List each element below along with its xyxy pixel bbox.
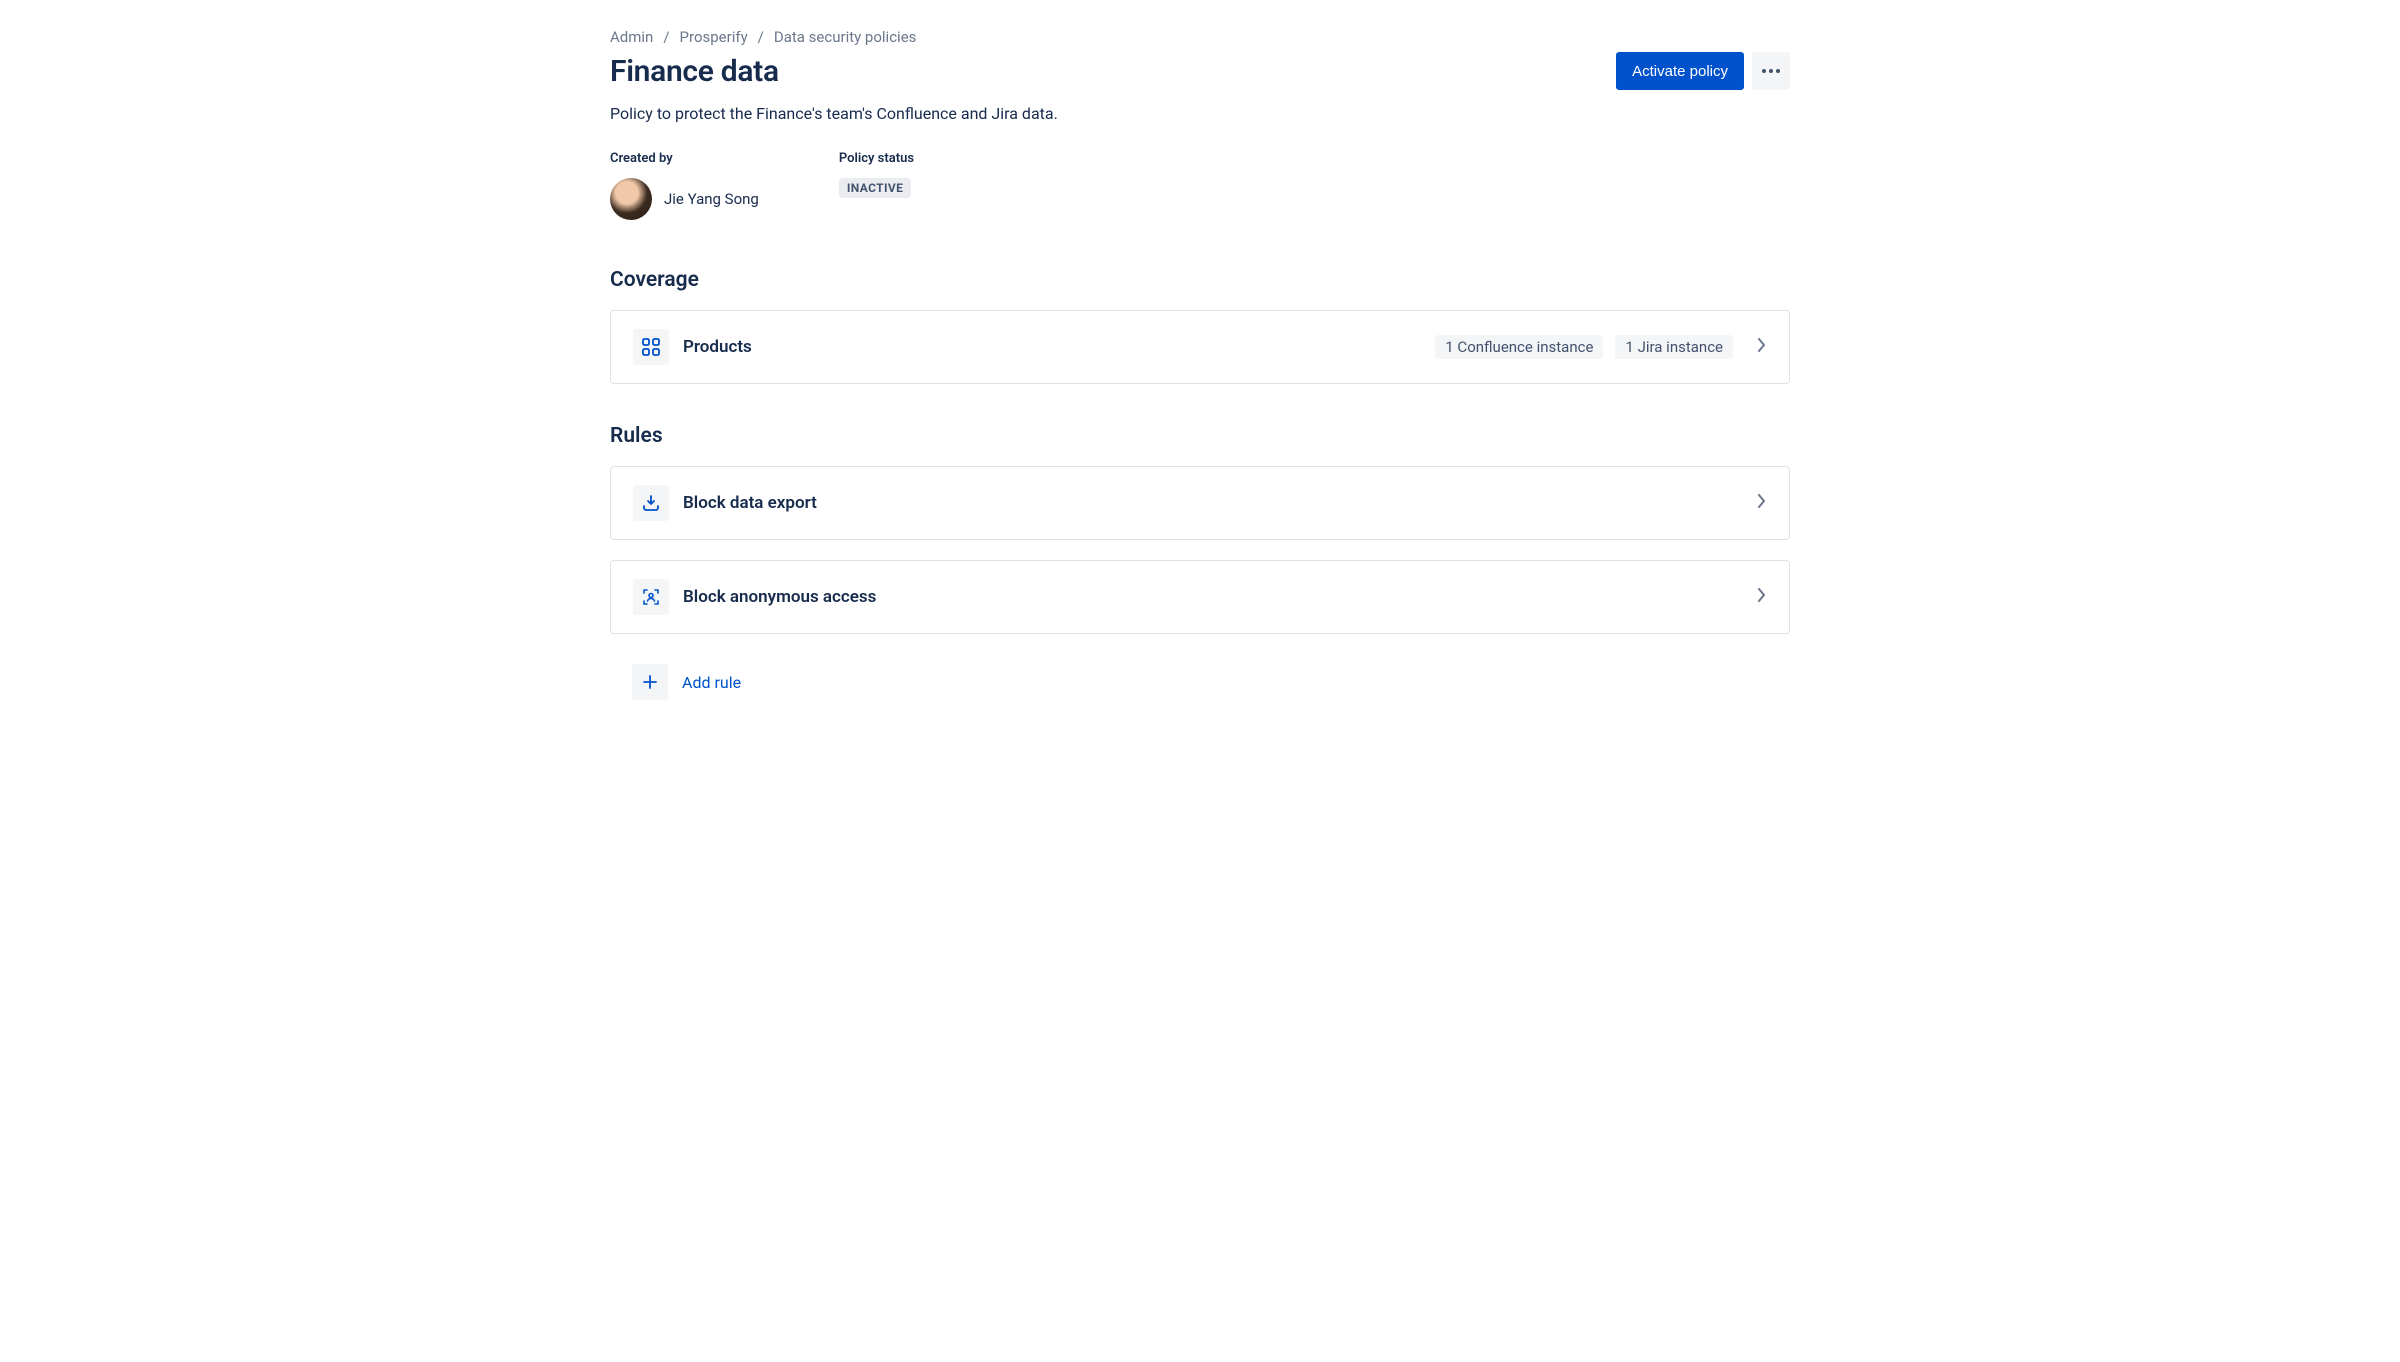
breadcrumb-data-security-policies[interactable]: Data security policies <box>774 28 917 46</box>
more-actions-button[interactable] <box>1752 52 1790 90</box>
breadcrumb-admin[interactable]: Admin <box>610 28 653 46</box>
add-rule-label: Add rule <box>682 673 741 692</box>
coverage-badge-confluence: 1 Confluence instance <box>1435 335 1603 359</box>
breadcrumb-separator: / <box>663 28 669 46</box>
products-label: Products <box>683 337 1421 357</box>
chevron-right-icon <box>1757 338 1767 356</box>
products-icon <box>633 329 669 365</box>
coverage-badge-jira: 1 Jira instance <box>1615 335 1733 359</box>
created-by-label: Created by <box>610 151 759 166</box>
anonymous-icon <box>633 579 669 615</box>
policy-status-block: Policy status INACTIVE <box>839 151 914 220</box>
rule-block-anonymous-access-card[interactable]: Block anonymous access <box>610 560 1790 634</box>
page-title: Finance data <box>610 54 779 89</box>
breadcrumb-separator: / <box>758 28 764 46</box>
rules-heading: Rules <box>610 424 1790 448</box>
chevron-right-icon <box>1757 588 1767 606</box>
activate-policy-button[interactable]: Activate policy <box>1616 52 1744 90</box>
add-rule-button[interactable]: Add rule <box>610 664 1790 700</box>
coverage-heading: Coverage <box>610 268 1790 292</box>
status-badge: INACTIVE <box>839 178 911 198</box>
policy-description: Policy to protect the Finance's team's C… <box>610 104 1790 123</box>
rule-label: Block anonymous access <box>683 587 1743 607</box>
avatar <box>610 178 652 220</box>
rule-label: Block data export <box>683 493 1743 513</box>
creator-name: Jie Yang Song <box>664 190 759 208</box>
plus-icon <box>632 664 668 700</box>
breadcrumb-prosperify[interactable]: Prosperify <box>680 28 748 46</box>
policy-status-label: Policy status <box>839 151 914 166</box>
created-by-block: Created by Jie Yang Song <box>610 151 759 220</box>
more-icon <box>1762 69 1780 73</box>
breadcrumb: Admin / Prosperify / Data security polic… <box>610 28 1790 46</box>
coverage-products-card[interactable]: Products 1 Confluence instance 1 Jira in… <box>610 310 1790 384</box>
download-icon <box>633 485 669 521</box>
rule-block-data-export-card[interactable]: Block data export <box>610 466 1790 540</box>
chevron-right-icon <box>1757 494 1767 512</box>
